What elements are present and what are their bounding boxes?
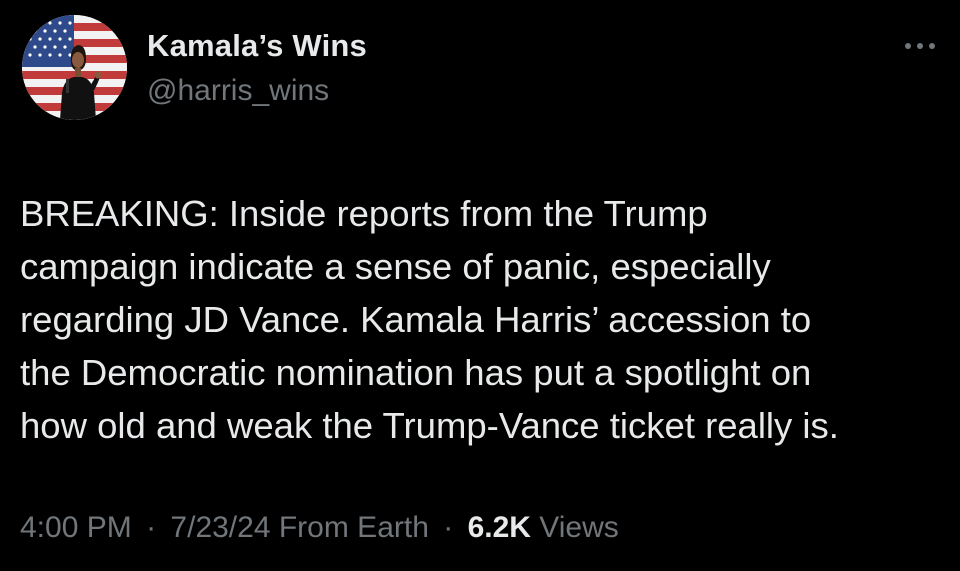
avatar[interactable] <box>22 15 127 120</box>
views-label: Views <box>539 511 619 544</box>
author-handle[interactable]: @harris_wins <box>147 74 329 108</box>
views-count[interactable]: 6.2K <box>468 511 531 544</box>
tweet-card: Kamala’s Wins @harris_wins BREAKING: Ins… <box>0 0 960 571</box>
tweet-text: BREAKING: Inside reports from the Trump … <box>20 193 839 446</box>
meta-separator: · <box>146 511 157 544</box>
profile-photo-icon <box>22 15 127 120</box>
author-display-name[interactable]: Kamala’s Wins <box>147 28 367 64</box>
tweet-time[interactable]: 4:00 PM <box>20 511 132 544</box>
meta-separator: · <box>443 511 454 544</box>
more-options-button[interactable] <box>900 34 940 58</box>
more-horizontal-icon <box>905 43 935 49</box>
tweet-meta: 4:00 PM · 7/23/24 From Earth · 6.2K View… <box>20 511 619 545</box>
tweet-source: From Earth <box>278 511 429 544</box>
tweet-date[interactable]: 7/23/24 <box>170 511 270 544</box>
